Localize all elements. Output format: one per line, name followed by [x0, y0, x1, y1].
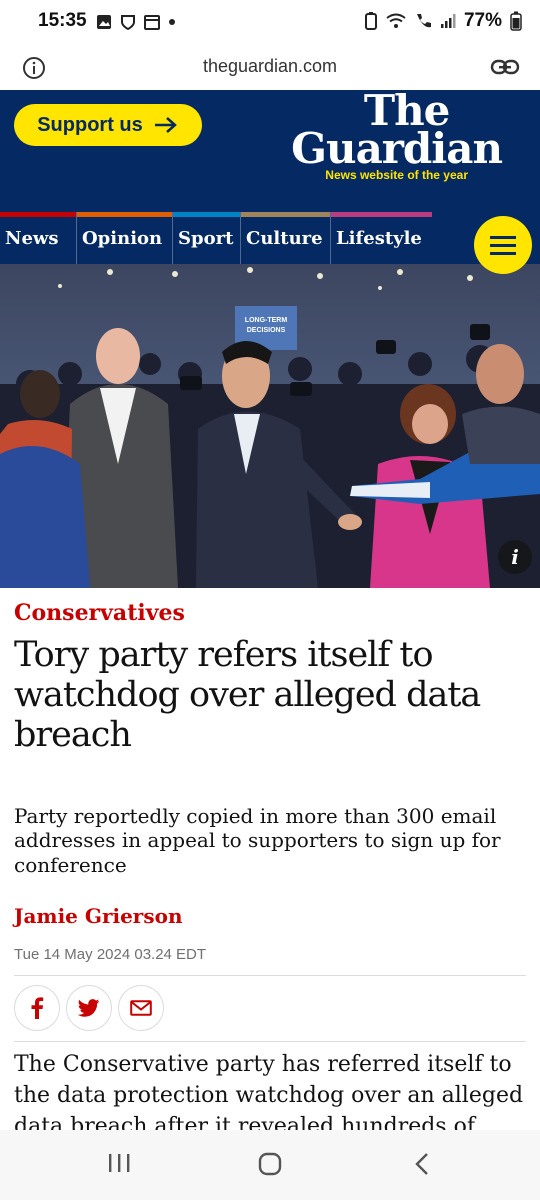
battery-percent: 77%	[463, 10, 502, 31]
gallery-icon	[97, 15, 111, 29]
share-link-icon[interactable]	[490, 58, 520, 76]
address-bar[interactable]: theguardian.com	[0, 44, 540, 90]
hamburger-icon-line-3	[490, 252, 516, 255]
call-icon	[416, 14, 431, 28]
calendar-icon	[144, 15, 160, 30]
menu-button[interactable]	[474, 216, 532, 274]
shield-icon	[121, 15, 135, 30]
article-standfirst: Party reportedly copied in more than 300…	[14, 804, 501, 877]
publication-date[interactable]: Tue 14 May 2024 03.24 EDT	[14, 946, 206, 963]
svg-text:LONG-TERM: LONG-TERM	[245, 317, 288, 324]
author-byline[interactable]: Jamie Grierson	[14, 904, 183, 928]
email-icon	[130, 1000, 152, 1016]
dot-icon	[169, 19, 175, 25]
nav-item-sport[interactable]: Sport	[172, 212, 240, 264]
nav-bar-lifestyle	[331, 212, 432, 217]
support-us-button[interactable]: Support us	[14, 104, 202, 146]
hero-image[interactable]: LONG-TERM DECISIONS	[0, 264, 540, 588]
nav-label: Culture	[246, 227, 323, 249]
pillar-nav: News Opinion Sport Culture Lifestyle	[0, 212, 540, 274]
image-caption-info-button[interactable]: i	[498, 540, 532, 574]
nav-label: News	[5, 227, 59, 249]
url-text[interactable]: theguardian.com	[0, 56, 540, 77]
notification-icons	[96, 14, 176, 30]
hero-photo: LONG-TERM DECISIONS	[0, 264, 540, 588]
nav-bar-news	[0, 212, 76, 217]
hamburger-icon-line-1	[490, 236, 516, 239]
nav-item-culture[interactable]: Culture	[240, 212, 330, 264]
battery-icon	[510, 11, 522, 31]
divider	[14, 1041, 526, 1042]
home-icon[interactable]	[258, 1152, 282, 1176]
nav-label: Sport	[178, 227, 234, 249]
support-us-label: Support us	[37, 113, 143, 136]
nav-item-lifestyle[interactable]: Lifestyle	[330, 212, 432, 264]
article-headline: Tory party refers itself to watchdog ove…	[14, 635, 481, 755]
nav-bar-opinion	[77, 212, 172, 217]
signal-icon	[440, 14, 456, 28]
nav-label: Opinion	[82, 227, 163, 249]
status-time: 15:35	[38, 10, 87, 31]
nav-label: Lifestyle	[336, 227, 422, 249]
section-kicker[interactable]: Conservatives	[14, 600, 185, 626]
recent-apps-icon[interactable]	[106, 1152, 132, 1174]
arrow-right-icon	[154, 117, 177, 133]
system-icons: 77%	[364, 10, 522, 32]
status-bar: 15:35 77%	[0, 0, 540, 44]
site-header: Support us The Guardian News website of …	[0, 90, 540, 212]
divider	[14, 975, 526, 976]
svg-text:DECISIONS: DECISIONS	[247, 327, 286, 334]
nav-item-news[interactable]: News	[0, 212, 76, 264]
battery-saver-icon	[364, 12, 377, 30]
hamburger-icon-line-2	[490, 244, 516, 247]
share-email-button[interactable]	[118, 985, 164, 1031]
logo-line-2: Guardian	[291, 123, 503, 173]
nav-item-opinion[interactable]: Opinion	[76, 212, 172, 264]
twitter-icon	[78, 999, 100, 1017]
back-icon[interactable]	[412, 1152, 432, 1176]
share-twitter-button[interactable]	[66, 985, 112, 1031]
system-nav-bar	[0, 1130, 540, 1200]
nav-bar-culture	[241, 212, 330, 217]
logo-tagline: News website of the year	[325, 168, 468, 182]
facebook-icon	[31, 997, 44, 1019]
wifi-icon	[386, 13, 406, 28]
guardian-logo[interactable]: The Guardian	[291, 90, 503, 173]
share-facebook-button[interactable]	[14, 985, 60, 1031]
article-body: The Conservative party has referred itse…	[14, 1052, 524, 1130]
nav-bar-sport	[173, 212, 240, 217]
